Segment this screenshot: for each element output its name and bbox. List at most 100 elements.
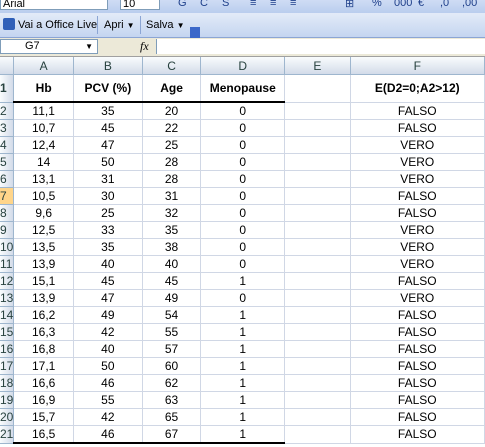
cell-f[interactable]: VERO <box>350 153 485 171</box>
cell-a[interactable]: 10,7 <box>13 119 74 137</box>
row-header[interactable]: 8 <box>0 204 15 222</box>
cell-c[interactable]: 63 <box>142 391 202 409</box>
cell-e[interactable] <box>284 119 351 137</box>
cell-e[interactable] <box>284 340 351 358</box>
cell-f[interactable]: FALSO <box>350 391 485 409</box>
cell-b[interactable]: 35 <box>73 238 143 256</box>
row-header[interactable]: 13 <box>0 289 15 307</box>
cell-d[interactable]: 0 <box>200 255 286 273</box>
cell-d[interactable]: 0 <box>200 153 286 171</box>
cell-b[interactable]: 45 <box>73 272 143 290</box>
row-header[interactable]: 17 <box>0 357 15 375</box>
cell-a[interactable]: 12,4 <box>13 136 74 154</box>
currency-icon[interactable]: € <box>418 0 424 9</box>
cell-d[interactable]: 0 <box>200 102 286 120</box>
cell-d[interactable]: 0 <box>200 187 286 205</box>
cell-a[interactable]: 14 <box>13 153 74 171</box>
column-header-b[interactable]: B <box>73 57 143 75</box>
cell-e[interactable] <box>284 306 351 324</box>
cell-c[interactable]: 62 <box>142 374 202 392</box>
cell-f[interactable]: FALSO <box>350 272 485 290</box>
row-header[interactable]: 1 <box>0 74 15 103</box>
cell-f[interactable]: FALSO <box>350 187 485 205</box>
cell-e[interactable] <box>284 374 351 392</box>
cell-a[interactable]: 16,9 <box>13 391 74 409</box>
cell-a[interactable]: 16,5 <box>13 425 74 444</box>
row-header[interactable]: 9 <box>0 221 15 239</box>
cell-b[interactable]: 25 <box>73 204 143 222</box>
cell-b[interactable]: 33 <box>73 221 143 239</box>
percent-icon[interactable]: % <box>372 0 382 9</box>
cell-c[interactable]: 31 <box>142 187 202 205</box>
row-header[interactable]: 11 <box>0 255 15 273</box>
cell-d[interactable]: 0 <box>200 221 286 239</box>
row-header[interactable]: 12 <box>0 272 15 290</box>
cell-d[interactable]: 1 <box>200 408 286 426</box>
cell-c[interactable]: 55 <box>142 323 202 341</box>
cell-a[interactable]: 16,2 <box>13 306 74 324</box>
cell-a[interactable]: 12,5 <box>13 221 74 239</box>
formula-input[interactable] <box>156 39 485 54</box>
cell-d[interactable]: 0 <box>200 238 286 256</box>
merge-icon[interactable]: ⊞ <box>345 0 354 10</box>
decrease-decimal-icon[interactable]: ,00 <box>462 0 477 9</box>
cell-f[interactable]: FALSO <box>350 357 485 375</box>
cell-b[interactable]: 50 <box>73 153 143 171</box>
cell-b[interactable]: 30 <box>73 187 143 205</box>
office-live-button[interactable]: Vai a Office Live <box>3 16 97 34</box>
row-header[interactable]: 10 <box>0 238 15 256</box>
cell-d[interactable]: 1 <box>200 272 286 290</box>
font-size-box[interactable]: 10 <box>120 0 160 10</box>
cell-b[interactable]: 50 <box>73 357 143 375</box>
cell-b[interactable]: 40 <box>73 255 143 273</box>
row-header[interactable]: 3 <box>0 119 15 137</box>
cell-f[interactable]: FALSO <box>350 340 485 358</box>
cell-d[interactable]: 0 <box>200 136 286 154</box>
cell-d[interactable]: 1 <box>200 374 286 392</box>
row-header[interactable]: 4 <box>0 136 15 154</box>
cell-f[interactable]: FALSO <box>350 425 485 444</box>
cell-e[interactable] <box>284 153 351 171</box>
row-header[interactable]: 6 <box>0 170 15 188</box>
cell-c[interactable]: 32 <box>142 204 202 222</box>
row-header[interactable]: 5 <box>0 153 15 171</box>
cell-f[interactable]: FALSO <box>350 204 485 222</box>
cell-b[interactable]: 40 <box>73 340 143 358</box>
name-box[interactable]: G7 ▼ <box>0 39 98 54</box>
cell-d[interactable]: 1 <box>200 306 286 324</box>
cell-d[interactable]: 1 <box>200 357 286 375</box>
italic-icon[interactable]: C <box>200 0 208 9</box>
row-header[interactable]: 2 <box>0 102 15 120</box>
fx-icon[interactable]: fx <box>140 39 149 54</box>
cell-e[interactable] <box>284 102 351 120</box>
cell-d[interactable]: Menopause <box>200 74 286 103</box>
cell-f[interactable]: FALSO <box>350 323 485 341</box>
cell-d[interactable]: 0 <box>200 119 286 137</box>
increase-decimal-icon[interactable]: ,0 <box>440 0 449 9</box>
cell-f[interactable]: FALSO <box>350 408 485 426</box>
cell-d[interactable]: 0 <box>200 170 286 188</box>
chevron-down-icon[interactable]: ▼ <box>85 40 93 53</box>
cell-a[interactable]: 13,9 <box>13 289 74 307</box>
cell-c[interactable]: 28 <box>142 153 202 171</box>
cell-b[interactable]: 46 <box>73 425 143 444</box>
cell-d[interactable]: 1 <box>200 391 286 409</box>
cell-b[interactable]: PCV (%) <box>73 74 143 103</box>
cell-b[interactable]: 45 <box>73 119 143 137</box>
column-header-c[interactable]: C <box>142 57 202 75</box>
row-header[interactable]: 20 <box>0 408 15 426</box>
cell-e[interactable] <box>284 391 351 409</box>
cell-a[interactable]: 15,7 <box>13 408 74 426</box>
column-header-e[interactable]: E <box>284 57 351 75</box>
cell-e[interactable] <box>284 238 351 256</box>
column-header-a[interactable]: A <box>13 57 74 75</box>
underline-icon[interactable]: S <box>222 0 229 9</box>
cell-d[interactable]: 0 <box>200 289 286 307</box>
cell-f[interactable]: VERO <box>350 255 485 273</box>
align-center-icon[interactable]: ≡ <box>270 0 276 9</box>
cell-a[interactable]: 15,1 <box>13 272 74 290</box>
cell-e[interactable] <box>284 170 351 188</box>
cell-c[interactable]: 28 <box>142 170 202 188</box>
cell-c[interactable]: 57 <box>142 340 202 358</box>
cell-a[interactable]: 16,3 <box>13 323 74 341</box>
